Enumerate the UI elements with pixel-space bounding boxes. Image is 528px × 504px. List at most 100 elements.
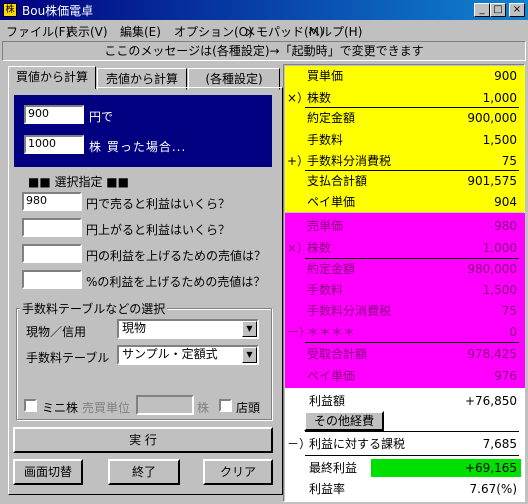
profit-label: 利益額 (309, 394, 346, 408)
menu-edit[interactable]: 編集(E) (120, 23, 161, 40)
sell-row-label: 受取合計額 (307, 347, 368, 361)
final-profit-label: 最終利益 (309, 461, 358, 475)
target-percent-question: %の利益を上げるための売値は？ (86, 275, 266, 289)
sell-row-value: 980 (494, 219, 517, 233)
rise-amount-question: 円上がると利益はいくら？ (86, 223, 231, 237)
sell-row-label: 約定金額 (307, 262, 356, 276)
sell-row: ×） 株数 1,000 (287, 238, 523, 258)
sell-row: ペイ単価 976 (287, 366, 523, 386)
clear-button[interactable]: クリア (203, 459, 273, 485)
buy-row-value: 901,575 (467, 174, 517, 188)
chevron-down-icon[interactable]: ▼ (242, 347, 257, 363)
menu-view[interactable]: 表示(V) (66, 23, 108, 40)
buy-row-label: 手数料分消費税 (307, 154, 392, 168)
sell-price-input[interactable]: 980 (22, 192, 82, 211)
store-label: 店頭 (236, 401, 261, 415)
exit-button[interactable]: 終了 (108, 459, 180, 485)
genbutsu-select[interactable]: 現物 ▼ (117, 319, 259, 339)
buy-qty-input[interactable]: 1000 (24, 135, 84, 154)
sell-row: 手数料分消費税 75 (287, 301, 523, 321)
sell-row-label: 手数料 (307, 283, 344, 297)
sell-row-value: 1,000 (482, 241, 517, 255)
sell-row-label: 手数料分消費税 (307, 304, 392, 318)
switch-screen-button[interactable]: 画面切替 (13, 459, 83, 485)
sell-price-question: 円で売ると利益はいくら？ (86, 197, 231, 211)
buy-qty-label: 株 買った場合... (89, 140, 187, 154)
target-profit-input[interactable] (22, 244, 82, 263)
sell-row-value: 75 (501, 304, 517, 318)
profit-separator (305, 431, 519, 432)
buy-row: 買単価 900 (287, 66, 523, 86)
sell-row-value: 980,000 (467, 262, 517, 276)
unit-input[interactable] (136, 395, 194, 415)
fee-table-label: 手数料テーブル (26, 351, 110, 365)
tax-prefix: －） (287, 437, 312, 451)
target-percent-input[interactable] (22, 270, 82, 289)
sell-row: 受取合計額 978,425 (287, 344, 523, 364)
buy-row: 支払合計額 901,575 (287, 171, 523, 191)
buy-row-prefix: ×） (287, 91, 310, 105)
buy-row-value: 904 (494, 195, 517, 209)
buy-row-value: 900,000 (467, 111, 517, 125)
minimize-button[interactable]: _ (474, 3, 490, 17)
buy-price-input[interactable]: 900 (24, 105, 84, 124)
buy-row: ×） 株数 1,000 (287, 88, 523, 108)
buy-row-label: 買単価 (307, 69, 344, 83)
rise-amount-input[interactable] (22, 218, 82, 237)
buy-row-value: 1,500 (482, 133, 517, 147)
profit-row: 利益額 +76,850 (287, 391, 523, 411)
store-checkbox[interactable] (219, 399, 232, 412)
sell-row: 手数料 1,500 (287, 280, 523, 300)
fee-table-select[interactable]: サンプル・定額式 ▼ (117, 345, 259, 365)
sell-row-label: ペイ単価 (307, 369, 356, 383)
profit-separator (305, 455, 519, 456)
buy-row-label: ペイ単価 (307, 195, 356, 209)
buy-row: 約定金額 900,000 (287, 108, 523, 128)
buy-row-value: 1,000 (482, 91, 517, 105)
sell-row-value: 978,425 (467, 347, 517, 361)
profit-rate-label: 利益率 (309, 482, 346, 496)
app-icon: 株 (3, 3, 17, 17)
menu-help[interactable]: ヘルプ(H) (308, 23, 362, 40)
sell-row-label: ＊＊＊＊ (307, 325, 356, 339)
buy-row: 手数料 1,500 (287, 130, 523, 150)
profit-rate-row: 利益率 7.67(%) (287, 479, 523, 499)
menu-file[interactable]: ファイル(F) (6, 23, 70, 40)
final-profit-value: +69,165 (371, 459, 521, 477)
buy-row-label: 手数料 (307, 133, 344, 147)
message-bar: ここのメッセージは(各種設定)→「起動時」で変更できます (2, 41, 526, 61)
buy-price-label: 円で (89, 110, 114, 124)
buy-row: +） 手数料分消費税 75 (287, 151, 523, 171)
menu-options[interactable]: オプション(O) (174, 23, 253, 40)
close-button[interactable]: × (509, 3, 525, 17)
run-button[interactable]: 実 行 (13, 427, 273, 453)
sell-separator (305, 342, 519, 343)
sell-row: 約定金額 980,000 (287, 259, 523, 279)
tab-buy[interactable]: 買値から計算 (8, 66, 96, 89)
buy-row-label: 株数 (307, 91, 332, 105)
unit-label: 売買単位 (82, 401, 131, 415)
unit-suffix: 株 (197, 401, 210, 415)
sell-row-prefix: ×） (287, 241, 310, 255)
sell-row-label: 売単価 (307, 219, 344, 233)
target-profit-question: 円の利益を上げるための売値は？ (86, 249, 267, 263)
genbutsu-select-value: 現物 (122, 321, 147, 335)
buy-row-label: 支払合計額 (307, 174, 368, 188)
buy-row-label: 約定金額 (307, 111, 356, 125)
buy-row-value: 75 (501, 154, 517, 168)
buy-row-prefix: +） (287, 154, 310, 168)
window-title: Bou株価電卓 (22, 4, 94, 18)
selection-header: ■■ 選択指定 ■■ (28, 175, 129, 189)
sell-row-value: 0 (509, 325, 517, 339)
sell-row-value: 976 (494, 369, 517, 383)
fee-table-select-value: サンプル・定額式 (122, 347, 218, 361)
buy-row-value: 900 (494, 69, 517, 83)
maximize-button[interactable]: □ (490, 3, 506, 17)
title-bar: 株 Bou株価電卓 _ □ × (0, 0, 528, 20)
other-costs-button[interactable]: その他経費 (304, 411, 384, 431)
profit-rate-value: 7.67(%) (469, 482, 517, 496)
mini-kabu-label: ミニ株 (42, 401, 79, 415)
chevron-down-icon[interactable]: ▼ (242, 321, 257, 337)
mini-kabu-checkbox[interactable] (24, 399, 37, 412)
sell-row: 売単価 980 (287, 216, 523, 236)
